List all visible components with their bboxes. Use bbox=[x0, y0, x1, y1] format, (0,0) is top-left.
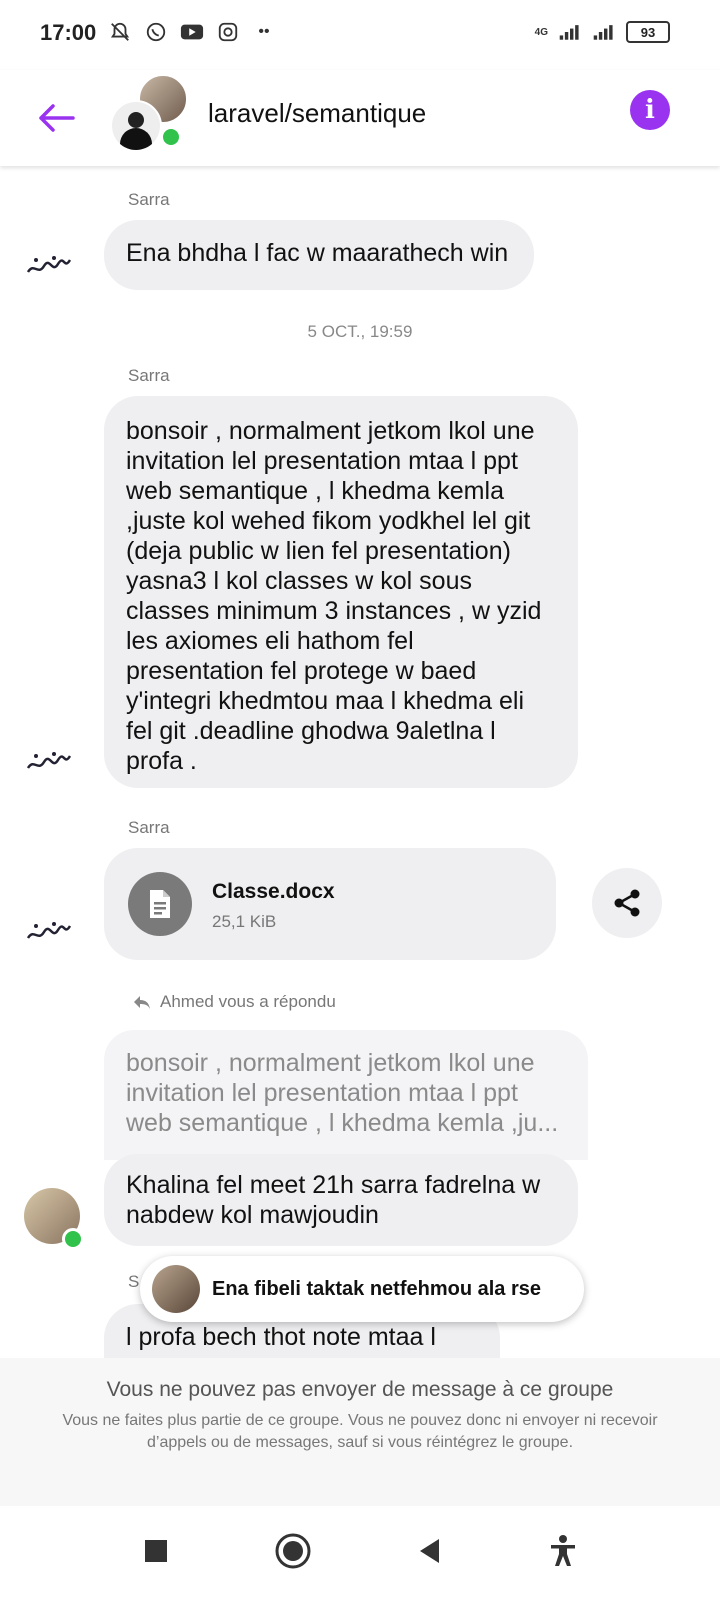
sender-avatar-logo[interactable] bbox=[24, 248, 74, 288]
back-button[interactable] bbox=[30, 92, 82, 144]
sender-name: Sarra bbox=[128, 190, 170, 209]
circle-icon[interactable] bbox=[274, 1532, 312, 1575]
battery-indicator: 93 bbox=[626, 21, 670, 43]
message-timestamp: 5 OCT., 19:59 bbox=[307, 322, 413, 341]
accessibility-icon[interactable] bbox=[548, 1534, 578, 1573]
mute-icon bbox=[108, 20, 132, 44]
signal-icon bbox=[558, 20, 582, 44]
notice-body: Vous ne faites plus partie de ce groupe.… bbox=[62, 1412, 658, 1451]
group-title[interactable]: laravel/semantique bbox=[208, 98, 426, 129]
sender-name: Sarra bbox=[128, 818, 170, 837]
system-nav-bar bbox=[0, 1506, 720, 1600]
more-notifications-icon: •• bbox=[258, 23, 270, 40]
status-notification-icons: •• bbox=[108, 20, 276, 44]
quoted-message[interactable]: bonsoir , normalment jetkom lkol une inv… bbox=[104, 1030, 588, 1160]
network-type-label: 4G bbox=[534, 26, 548, 38]
signal-icon-2 bbox=[592, 20, 616, 44]
member-avatar-2 bbox=[110, 100, 162, 152]
file-size: 25,1 KiB bbox=[212, 912, 277, 931]
document-icon bbox=[128, 872, 192, 936]
reply-message-bubble[interactable]: Khalina fel meet 21h sarra fadrelna w na… bbox=[104, 1154, 578, 1246]
status-bar: 17:00 •• 4G 93 bbox=[0, 0, 720, 70]
file-attachment[interactable]: Classe.docx 25,1 KiB bbox=[104, 848, 556, 960]
message-bubble[interactable]: bonsoir , normalment jetkom lkol une inv… bbox=[104, 396, 578, 788]
whatsapp-icon bbox=[144, 20, 168, 44]
status-right-icons: 4G 93 bbox=[535, 20, 670, 44]
message-bubble[interactable]: Ena bhdha l fac w maarathech win bbox=[104, 220, 534, 290]
share-icon bbox=[614, 889, 640, 917]
youtube-icon bbox=[180, 20, 204, 44]
toast-text: Ena fibeli taktak netfehmou ala rse bbox=[212, 1277, 541, 1300]
message-preview-toast[interactable]: Ena fibeli taktak netfehmou ala rse bbox=[140, 1256, 584, 1322]
reply-info: Ahmed vous a répondu bbox=[132, 992, 336, 1012]
instagram-icon bbox=[216, 20, 240, 44]
triangle-back-icon[interactable] bbox=[417, 1537, 443, 1570]
toast-avatar bbox=[152, 1265, 200, 1313]
cannot-send-notice: Vous ne pouvez pas envoyer de message à … bbox=[0, 1358, 720, 1506]
info-button[interactable]: i bbox=[630, 90, 670, 130]
square-icon[interactable] bbox=[143, 1538, 169, 1569]
reply-icon bbox=[134, 996, 150, 1009]
sender-name: Sarra bbox=[128, 366, 170, 385]
sender-avatar-logo[interactable] bbox=[24, 744, 74, 784]
reply-info-label: Ahmed vous a répondu bbox=[160, 992, 336, 1011]
share-button[interactable] bbox=[592, 868, 662, 938]
sender-name: S bbox=[128, 1272, 140, 1291]
online-indicator bbox=[160, 126, 182, 148]
online-indicator bbox=[62, 1228, 84, 1250]
info-icon: i bbox=[645, 95, 655, 125]
notice-title: Vous ne pouvez pas envoyer de message à … bbox=[106, 1378, 614, 1401]
status-time: 17:00 bbox=[40, 20, 97, 45]
sender-avatar-logo[interactable] bbox=[24, 914, 74, 954]
chat-header: laravel/semantique i bbox=[0, 70, 720, 166]
file-name: Classe.docx bbox=[212, 880, 335, 903]
group-avatar[interactable] bbox=[110, 74, 188, 152]
back-arrow-icon bbox=[39, 104, 75, 132]
